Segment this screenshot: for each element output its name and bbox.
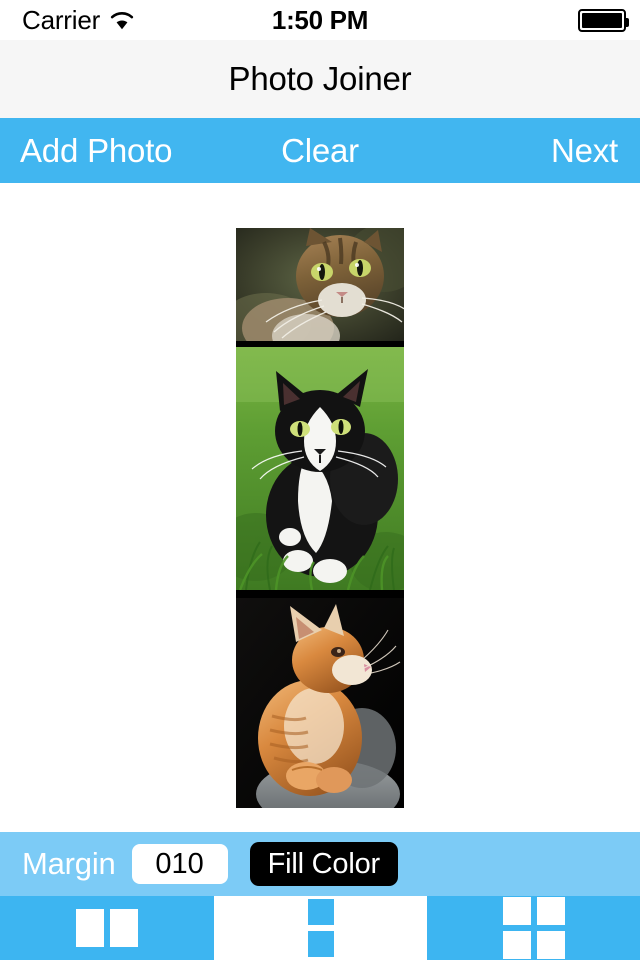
status-bar-time: 1:50 PM (271, 4, 369, 35)
add-photo-button[interactable]: Add Photo (20, 118, 173, 183)
margin-input[interactable] (131, 844, 228, 884)
photo-item[interactable] (236, 598, 404, 808)
tab-layout-vertical[interactable] (214, 896, 427, 960)
margin-settings-bar: Margin Fill Color (0, 832, 640, 896)
margin-label: Margin (22, 846, 116, 881)
layout-cell (110, 909, 138, 947)
tuxedo-cat-in-grass-image (236, 347, 404, 590)
tabby-cat-closeup-image (236, 228, 404, 341)
status-bar: Carrier 1:50 PM (0, 0, 640, 40)
layout-vertical-icon (307, 899, 334, 957)
ginger-cat-looking-up-image (236, 598, 404, 808)
battery-full-icon (578, 8, 629, 32)
layout-tab-bar (0, 896, 640, 960)
layout-cell (307, 899, 334, 925)
action-toolbar: Clear Add Photo Next (0, 118, 640, 183)
tab-layout-grid[interactable] (427, 896, 640, 960)
layout-cell (307, 931, 334, 957)
photo-collage[interactable] (236, 228, 404, 808)
tab-layout-horizontal[interactable] (0, 896, 214, 960)
status-bar-right (578, 8, 629, 32)
app-screen: Carrier 1:50 PM Photo Joiner Clear Add P… (0, 0, 640, 960)
battery-level-fill (582, 12, 622, 28)
layout-cell (502, 931, 531, 959)
photo-item[interactable] (236, 347, 404, 590)
layout-grid-icon (502, 897, 565, 959)
layout-cell (536, 897, 565, 925)
battery-cap (626, 17, 629, 27)
page-title: Photo Joiner (228, 60, 412, 97)
layout-cell (76, 909, 104, 947)
photo-canvas-area[interactable] (0, 183, 640, 832)
next-button[interactable]: Next (551, 118, 618, 183)
navigation-bar: Photo Joiner (0, 40, 640, 118)
layout-horizontal-icon (76, 909, 138, 947)
layout-cell (536, 931, 565, 959)
photo-item[interactable] (236, 228, 404, 341)
layout-cell (502, 897, 531, 925)
fill-color-button[interactable]: Fill Color (249, 842, 398, 886)
